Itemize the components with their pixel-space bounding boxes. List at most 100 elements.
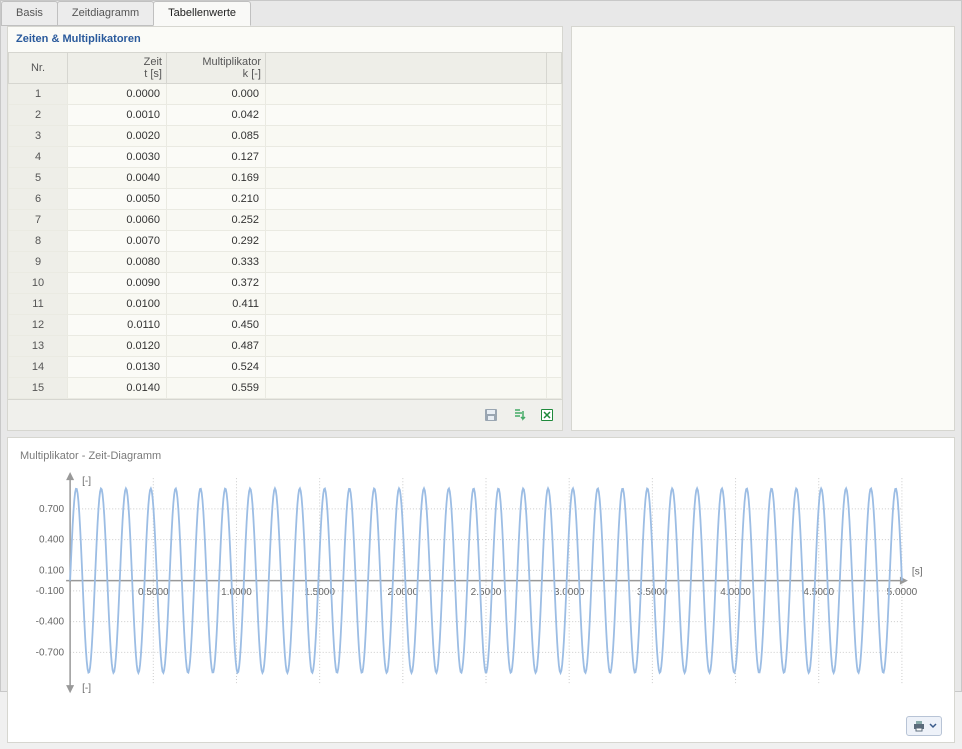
cell-mult[interactable]: 0.372: [167, 273, 266, 294]
cell-zeit[interactable]: 0.0020: [68, 126, 167, 147]
tab-zeitdiagramm[interactable]: Zeitdiagramm: [57, 1, 154, 26]
svg-text:1.0000: 1.0000: [221, 587, 252, 598]
cell-mult[interactable]: 0.252: [167, 210, 266, 231]
panel-title: Zeiten & Multiplikatoren: [8, 27, 562, 52]
cell-empty: [266, 168, 547, 189]
cell-mult[interactable]: 0.450: [167, 315, 266, 336]
cell-empty: [266, 378, 547, 399]
cell-zeit[interactable]: 0.0000: [68, 84, 167, 105]
cell-mult[interactable]: 0.411: [167, 294, 266, 315]
col-mult[interactable]: Multiplikatork [-]: [167, 53, 266, 84]
cell-mult[interactable]: 0.210: [167, 189, 266, 210]
cell-mult[interactable]: 0.292: [167, 231, 266, 252]
svg-text:4.5000: 4.5000: [803, 587, 834, 598]
table-row[interactable]: 130.01200.487: [9, 336, 562, 357]
cell-nr: 11: [9, 294, 68, 315]
cell-zeit[interactable]: 0.0060: [68, 210, 167, 231]
svg-text:-0.100: -0.100: [36, 586, 65, 597]
cell-nr: 4: [9, 147, 68, 168]
values-table[interactable]: Nr. Zeitt [s] Multiplikatork [-] 10.0000…: [8, 52, 562, 399]
cell-zeit[interactable]: 0.0010: [68, 105, 167, 126]
cell-zeit[interactable]: 0.0120: [68, 336, 167, 357]
cell-mult[interactable]: 0.333: [167, 252, 266, 273]
cell-empty: [266, 189, 547, 210]
cell-empty: [266, 105, 547, 126]
tab-basis[interactable]: Basis: [1, 1, 58, 26]
tabs: Basis Zeitdiagramm Tabellenwerte: [1, 1, 961, 26]
cell-empty: [266, 231, 547, 252]
cell-zeit[interactable]: 0.0050: [68, 189, 167, 210]
table-row[interactable]: 70.00600.252: [9, 210, 562, 231]
table-row[interactable]: 40.00300.127: [9, 147, 562, 168]
cell-mult[interactable]: 0.487: [167, 336, 266, 357]
cell-mult[interactable]: 0.524: [167, 357, 266, 378]
cell-nr: 12: [9, 315, 68, 336]
table-row[interactable]: 50.00400.169: [9, 168, 562, 189]
svg-text:4.0000: 4.0000: [720, 587, 751, 598]
cell-zeit[interactable]: 0.0110: [68, 315, 167, 336]
table-row[interactable]: 140.01300.524: [9, 357, 562, 378]
svg-text:2.5000: 2.5000: [471, 587, 502, 598]
chart-title: Multiplikator - Zeit-Diagramm: [20, 450, 942, 462]
cell-empty: [266, 294, 547, 315]
cell-empty: [266, 147, 547, 168]
svg-text:0.700: 0.700: [39, 504, 64, 515]
svg-text:[s]: [s]: [912, 566, 923, 577]
cell-zeit[interactable]: 0.0130: [68, 357, 167, 378]
cell-nr: 10: [9, 273, 68, 294]
cell-nr: 1: [9, 84, 68, 105]
cell-mult[interactable]: 0.042: [167, 105, 266, 126]
sort-icon[interactable]: [508, 404, 530, 426]
printer-icon: [911, 719, 927, 733]
table-row[interactable]: 150.01400.559: [9, 378, 562, 399]
table-row[interactable]: 110.01000.411: [9, 294, 562, 315]
table-row[interactable]: 90.00800.333: [9, 252, 562, 273]
cell-nr: 7: [9, 210, 68, 231]
col-zeit[interactable]: Zeitt [s]: [68, 53, 167, 84]
chart-panel: Multiplikator - Zeit-Diagramm -0.700-0.4…: [7, 437, 955, 743]
cell-empty: [266, 252, 547, 273]
col-nr[interactable]: Nr.: [9, 53, 68, 84]
cell-nr: 15: [9, 378, 68, 399]
excel-export-icon[interactable]: [536, 404, 558, 426]
svg-text:0.5000: 0.5000: [138, 587, 169, 598]
cell-nr: 3: [9, 126, 68, 147]
cell-mult[interactable]: 0.000: [167, 84, 266, 105]
table-row[interactable]: 60.00500.210: [9, 189, 562, 210]
table-row[interactable]: 120.01100.450: [9, 315, 562, 336]
cell-nr: 2: [9, 105, 68, 126]
table-row[interactable]: 80.00700.292: [9, 231, 562, 252]
cell-zeit[interactable]: 0.0140: [68, 378, 167, 399]
print-button[interactable]: [906, 716, 942, 736]
cell-mult[interactable]: 0.169: [167, 168, 266, 189]
cell-empty: [266, 210, 547, 231]
save-icon[interactable]: [480, 404, 502, 426]
cell-zeit[interactable]: 0.0090: [68, 273, 167, 294]
cell-zeit[interactable]: 0.0100: [68, 294, 167, 315]
table-row[interactable]: 10.00000.000: [9, 84, 562, 105]
svg-text:0.100: 0.100: [39, 565, 64, 576]
table-row[interactable]: 30.00200.085: [9, 126, 562, 147]
cell-mult[interactable]: 0.127: [167, 147, 266, 168]
cell-zeit[interactable]: 0.0070: [68, 231, 167, 252]
svg-text:[-]: [-]: [82, 683, 91, 694]
cell-zeit[interactable]: 0.0080: [68, 252, 167, 273]
cell-nr: 9: [9, 252, 68, 273]
tab-tabellenwerte[interactable]: Tabellenwerte: [153, 1, 251, 26]
side-panel: [571, 26, 955, 431]
cell-mult[interactable]: 0.559: [167, 378, 266, 399]
cell-nr: 6: [9, 189, 68, 210]
svg-text:-0.700: -0.700: [36, 647, 65, 658]
table-row[interactable]: 20.00100.042: [9, 105, 562, 126]
chart-plot: -0.700-0.400-0.1000.1000.4000.7000.50001…: [20, 468, 942, 712]
table-toolbar: [8, 399, 562, 430]
svg-text:0.400: 0.400: [39, 535, 64, 546]
scroll-gutter: [547, 53, 562, 84]
cell-zeit[interactable]: 0.0030: [68, 147, 167, 168]
cell-empty: [266, 336, 547, 357]
cell-mult[interactable]: 0.085: [167, 126, 266, 147]
table-panel: Zeiten & Multiplikatoren Nr. Zeitt [s] M…: [7, 26, 563, 431]
table-row[interactable]: 100.00900.372: [9, 273, 562, 294]
cell-zeit[interactable]: 0.0040: [68, 168, 167, 189]
col-empty: [266, 53, 547, 84]
